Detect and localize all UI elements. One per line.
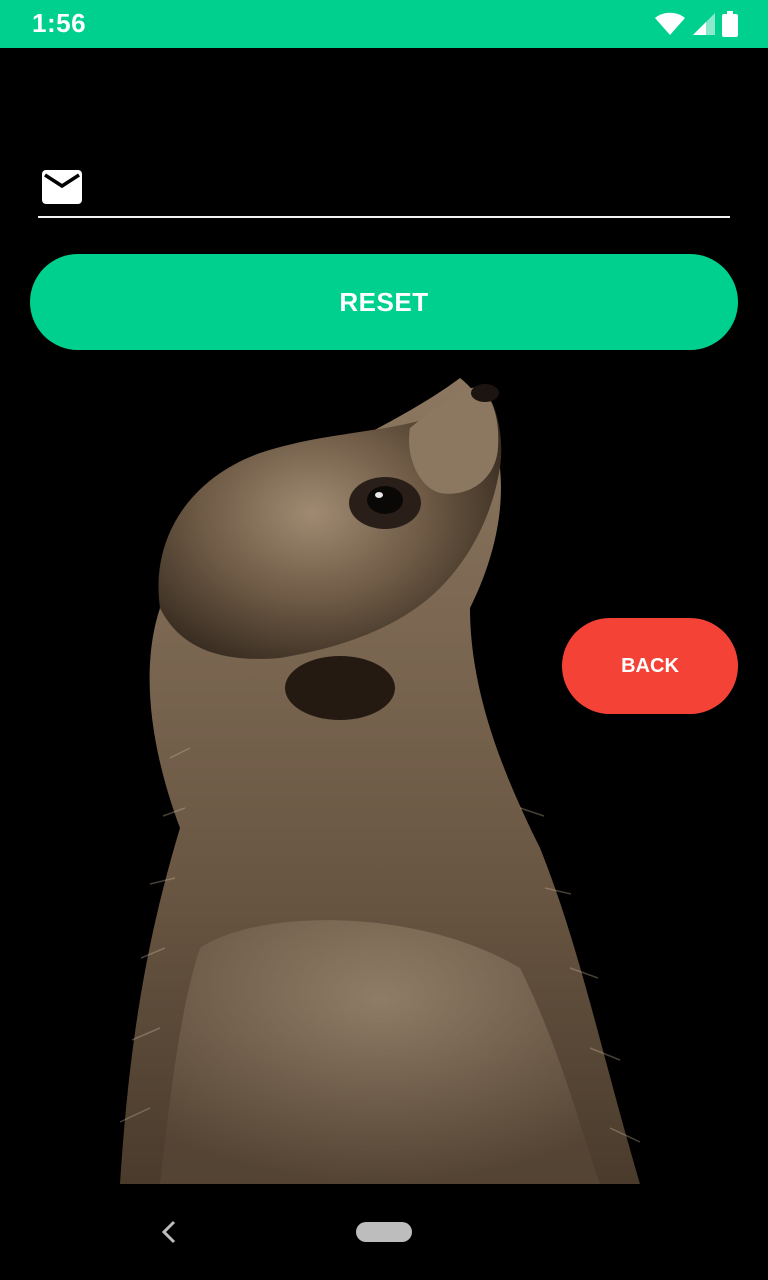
wifi-icon bbox=[655, 12, 685, 35]
status-bar: 1:56 bbox=[0, 0, 768, 48]
nav-home-pill[interactable] bbox=[356, 1222, 412, 1242]
back-button[interactable]: BACK bbox=[562, 618, 738, 714]
reset-password-screen: 1:56 RESET BACK bbox=[0, 0, 768, 1280]
cell-signal-icon bbox=[693, 13, 715, 35]
mail-icon bbox=[42, 170, 82, 204]
email-input[interactable] bbox=[98, 168, 722, 210]
status-icons bbox=[654, 10, 738, 38]
battery-icon bbox=[722, 11, 738, 37]
meerkat-background-image bbox=[0, 48, 768, 1184]
nav-back-icon[interactable] bbox=[156, 1218, 180, 1246]
email-field[interactable] bbox=[38, 160, 730, 218]
reset-button[interactable]: RESET bbox=[30, 254, 738, 350]
status-time: 1:56 bbox=[32, 8, 87, 38]
navigation-bar bbox=[0, 1184, 768, 1280]
